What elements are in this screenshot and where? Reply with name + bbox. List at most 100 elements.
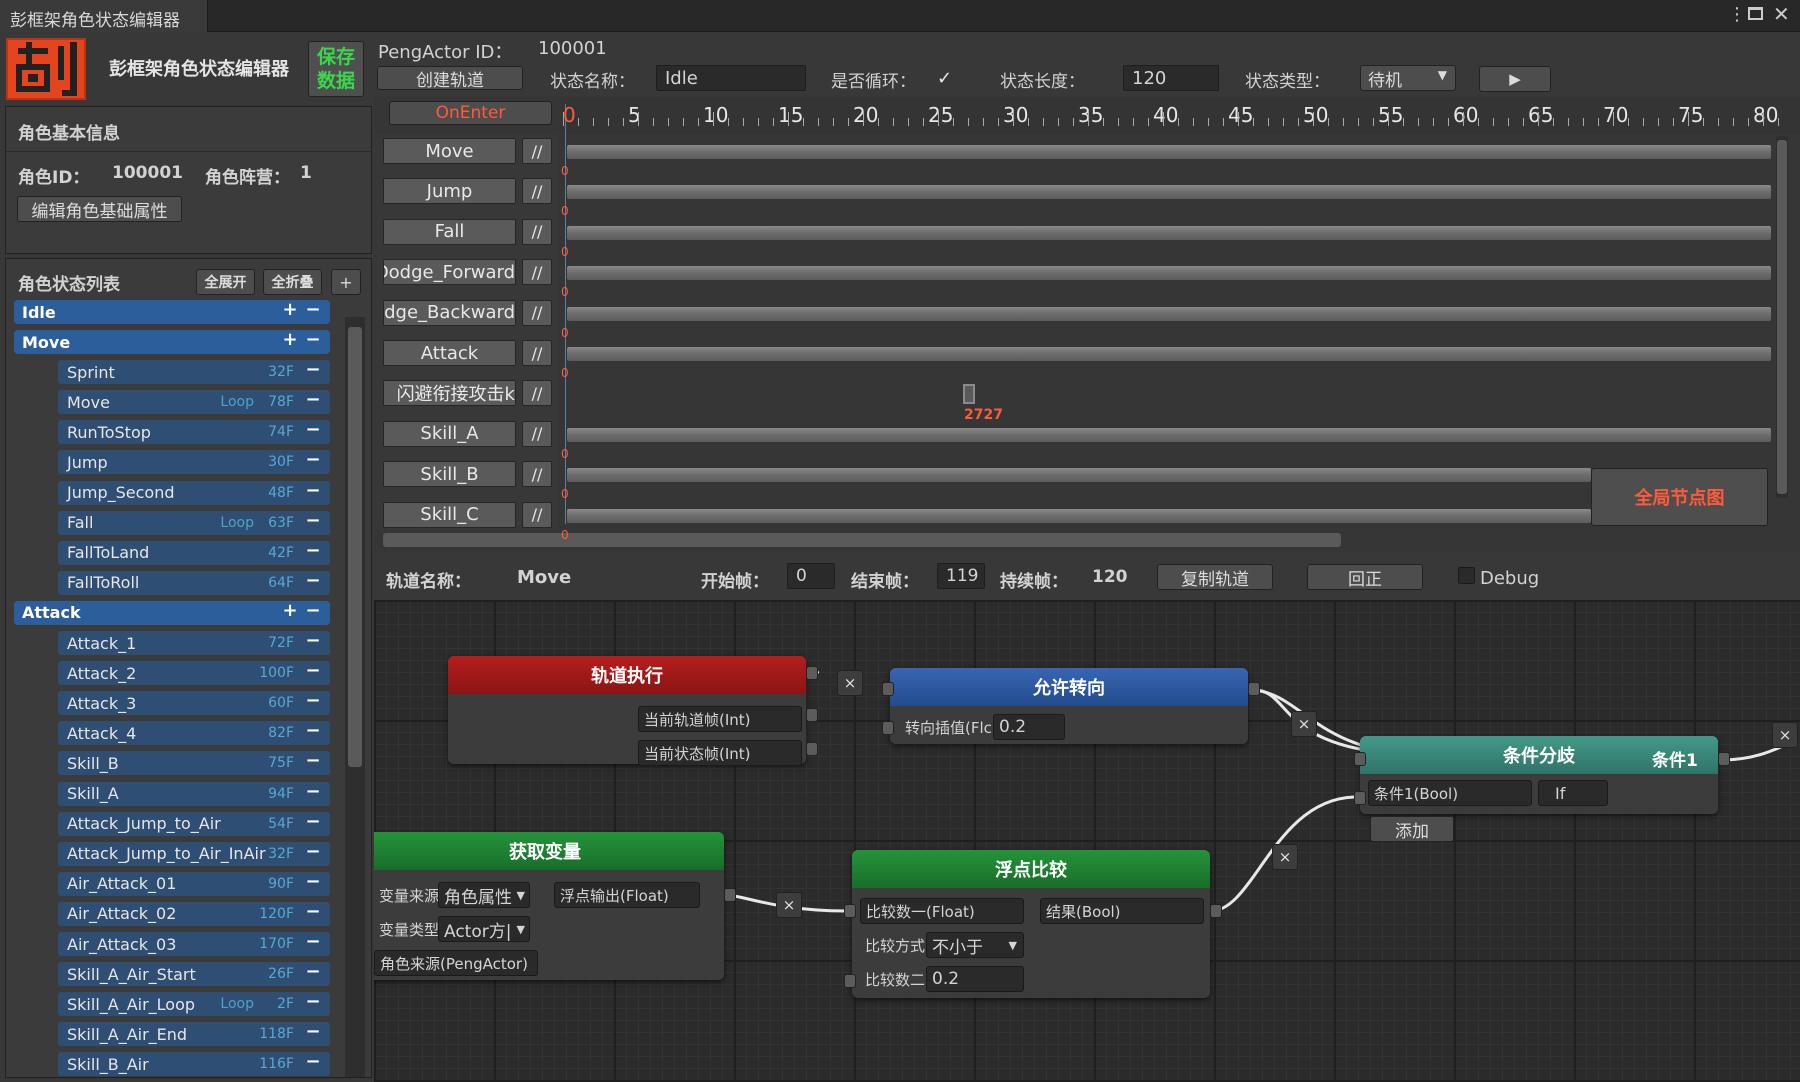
- input-port[interactable]: [844, 974, 856, 988]
- input-port[interactable]: [882, 721, 894, 735]
- state-item[interactable]: Attack_Jump_to_Air 54F: [58, 811, 330, 836]
- remove-connection-button[interactable]: ×: [837, 670, 863, 696]
- state-type-dropdown[interactable]: 待机 ▼: [1360, 65, 1456, 91]
- remove-state-button[interactable]: −: [304, 331, 322, 349]
- track-name-button[interactable]: Fall: [383, 218, 516, 245]
- state-item[interactable]: Attack_3 60F: [58, 691, 330, 716]
- remove-state-button[interactable]: −: [304, 722, 322, 740]
- remove-connection-button[interactable]: ×: [1772, 722, 1798, 748]
- remove-state-button[interactable]: −: [304, 782, 322, 801]
- state-item[interactable]: Move Loop 78F: [58, 390, 330, 415]
- remove-state-button[interactable]: −: [304, 1053, 322, 1071]
- add-child-state-button[interactable]: +: [281, 601, 299, 620]
- track-clip-bar[interactable]: [567, 508, 1591, 523]
- on-enter-button[interactable]: OnEnter: [389, 101, 552, 125]
- track-clip-bar[interactable]: [567, 145, 1771, 159]
- remove-state-button[interactable]: −: [304, 361, 322, 379]
- track-comment-toggle[interactable]: //: [522, 340, 552, 366]
- output-port[interactable]: [724, 888, 736, 902]
- state-item[interactable]: Skill_A_Air_End 118F: [58, 1022, 330, 1047]
- state-item[interactable]: Jump_Second 48F: [58, 480, 330, 505]
- variable-source-dropdown[interactable]: 角色属性 ▼: [438, 882, 530, 908]
- state-item[interactable]: FallToRoll 64F: [58, 570, 330, 595]
- track-clip-bar[interactable]: [567, 185, 1771, 200]
- state-item[interactable]: Air_Attack_03 170F: [58, 932, 330, 956]
- remove-state-button[interactable]: −: [304, 933, 322, 951]
- state-item[interactable]: Air_Attack_02 120F: [58, 901, 330, 926]
- remove-state-button[interactable]: −: [304, 451, 322, 469]
- loop-checkbox[interactable]: ✓: [937, 68, 959, 90]
- state-item[interactable]: Attack_Jump_to_Air_InAir 32F: [58, 841, 330, 866]
- close-icon[interactable]: ✕: [1773, 2, 1790, 26]
- compare-input-2-field[interactable]: 0.2: [926, 966, 1024, 992]
- track-name-button[interactable]: Skill_A: [383, 420, 516, 447]
- add-child-state-button[interactable]: +: [281, 301, 299, 319]
- add-child-state-button[interactable]: +: [281, 331, 299, 349]
- track-clip-bar[interactable]: [567, 225, 1771, 240]
- remove-state-button[interactable]: −: [304, 632, 322, 650]
- copy-track-button[interactable]: 复制轨道: [1157, 564, 1273, 590]
- end-frame-input[interactable]: 119: [937, 563, 985, 589]
- state-item[interactable]: Attack_1 72F: [58, 631, 330, 655]
- output-port[interactable]: [806, 708, 818, 722]
- scrollbar-thumb[interactable]: [348, 327, 362, 767]
- state-item[interactable]: Fall Loop 63F: [58, 510, 330, 535]
- track-comment-toggle[interactable]: //: [522, 501, 552, 528]
- remove-connection-button[interactable]: ×: [776, 892, 802, 918]
- remove-state-button[interactable]: −: [304, 571, 322, 590]
- remove-state-button[interactable]: −: [304, 481, 322, 500]
- remove-state-button[interactable]: −: [304, 511, 322, 530]
- remove-state-button[interactable]: −: [304, 842, 322, 861]
- track-comment-toggle[interactable]: //: [522, 178, 552, 205]
- remove-connection-button[interactable]: ×: [1272, 844, 1298, 870]
- state-item[interactable]: Skill_B_Air 116F: [58, 1052, 330, 1077]
- variable-type-dropdown[interactable]: Actor方| ▼: [438, 916, 530, 942]
- collapse-all-button[interactable]: 全折叠: [263, 269, 322, 295]
- remove-state-button[interactable]: −: [304, 902, 322, 921]
- timeline-hscrollbar[interactable]: [383, 533, 1341, 547]
- maximize-icon[interactable]: [1748, 7, 1763, 20]
- remove-state-button[interactable]: −: [304, 421, 322, 439]
- window-tab[interactable]: 彭框架角色状态编辑器: [0, 0, 208, 32]
- save-data-button[interactable]: 保存 数据: [308, 41, 364, 97]
- track-comment-toggle[interactable]: //: [522, 299, 552, 326]
- state-item[interactable]: Air_Attack_01 90F: [58, 871, 330, 896]
- remove-state-button[interactable]: −: [304, 752, 322, 770]
- debug-checkbox[interactable]: [1458, 567, 1475, 584]
- track-name-button[interactable]: Jump: [383, 178, 516, 205]
- reset-button[interactable]: 回正: [1307, 564, 1423, 590]
- input-port[interactable]: [844, 904, 856, 918]
- get-variable-node[interactable]: 获取变量 变量来源| 角色属性 ▼ 浮点输出(Float) 变量类型| Acto…: [374, 832, 724, 980]
- compare-mode-dropdown[interactable]: 不小于 ▼: [926, 932, 1024, 958]
- state-item[interactable]: Jump 30F: [58, 450, 330, 475]
- state-item[interactable]: FallToLand 42F: [58, 540, 330, 565]
- remove-state-button[interactable]: −: [304, 872, 322, 891]
- track-comment-toggle[interactable]: //: [522, 420, 552, 447]
- track-comment-toggle[interactable]: //: [522, 461, 552, 488]
- edit-base-attributes-button[interactable]: 编辑角色基础属性: [17, 196, 182, 222]
- remove-state-button[interactable]: −: [304, 692, 322, 710]
- track-name-button[interactable]: Dodge_Backward: [383, 299, 516, 326]
- start-frame-input[interactable]: 0: [787, 563, 835, 589]
- state-name-input[interactable]: Idle: [656, 65, 806, 91]
- output-port[interactable]: [1210, 904, 1222, 918]
- track-comment-toggle[interactable]: //: [522, 218, 552, 245]
- node-graph-canvas[interactable]: 轨道执行 当前轨道帧(Int) 当前状态帧(Int) × 允许转向 转向插值(F…: [374, 600, 1800, 1082]
- track-name-button[interactable]: Skill_B: [383, 461, 516, 488]
- output-port[interactable]: [806, 742, 818, 756]
- remove-state-button[interactable]: −: [304, 301, 322, 319]
- remove-state-button[interactable]: −: [304, 963, 322, 981]
- scrollbar-thumb[interactable]: [1777, 140, 1787, 494]
- state-item[interactable]: Sprint 32F: [58, 360, 330, 385]
- track-clip-bar[interactable]: [567, 468, 1591, 483]
- input-port[interactable]: [1354, 791, 1366, 805]
- state-item[interactable]: Attack_4 82F: [58, 721, 330, 746]
- track-comment-toggle[interactable]: //: [522, 138, 552, 164]
- condition-branch-node[interactable]: 条件分歧 条件1 条件1(Bool) If: [1360, 736, 1718, 814]
- global-node-graph-button[interactable]: 全局节点图: [1591, 468, 1768, 526]
- track-clip-bar[interactable]: [567, 306, 1771, 321]
- output-port[interactable]: [1718, 752, 1730, 766]
- output-port[interactable]: [1248, 682, 1260, 696]
- play-button[interactable]: ▶: [1479, 66, 1551, 92]
- add-condition-button[interactable]: 添加: [1370, 816, 1454, 842]
